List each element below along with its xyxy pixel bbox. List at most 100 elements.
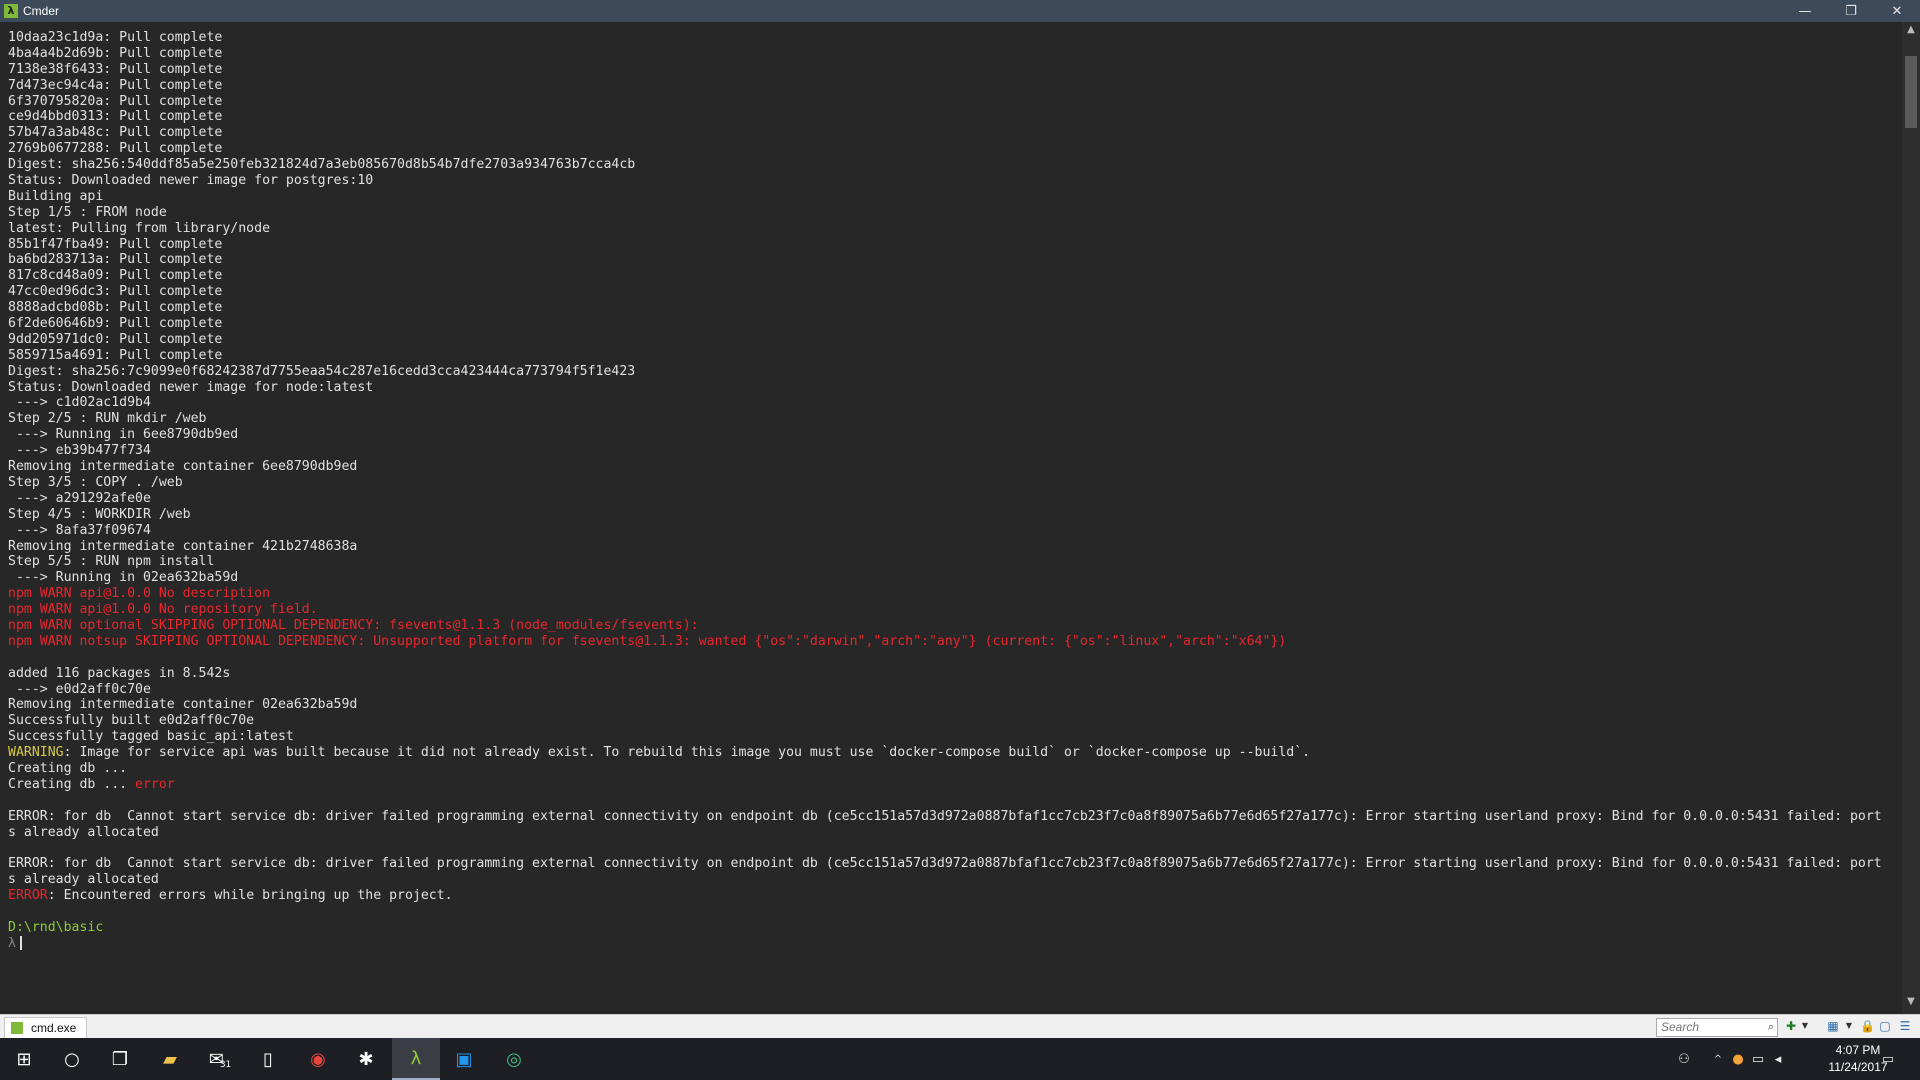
console-line-text: 10daa23c1d9a: Pull complete [8, 30, 223, 45]
scroll-up-arrow-icon[interactable]: ▲ [1902, 24, 1920, 40]
console-line-text: added 116 packages in 8.542s [8, 665, 231, 681]
console-line-text: λ [8, 935, 16, 951]
console-line-segment: Creating db ... [8, 776, 136, 792]
windows-start-icon[interactable]: ⊞ [0, 1038, 48, 1080]
console-line: Status: Downloaded newer image for postg… [8, 173, 1902, 189]
console-line-text: Digest: sha256:540ddf85a5e250feb321824d7… [8, 157, 636, 173]
tray-app-icon[interactable]: ● [1728, 1038, 1748, 1080]
text-cursor [19, 935, 22, 950]
notifications-icon[interactable]: ▭ [1868, 1038, 1908, 1080]
console-line: ---> 8afa37f09674 [8, 523, 1902, 539]
console-line-text: ---> eb39b477f734 [8, 443, 151, 459]
scroll-down-arrow-icon[interactable]: ▼ [1902, 996, 1920, 1012]
console-line: 6f2de60646b9: Pull complete [8, 316, 1902, 332]
console-line: 10daa23c1d9a: Pull complete [8, 30, 1902, 46]
close-button[interactable]: ✕ [1874, 0, 1920, 22]
console-tab-label: cmd.exe [31, 1021, 77, 1035]
console-line-text: Removing intermediate container 421b2748… [8, 538, 358, 554]
console-line: latest: Pulling from library/node [8, 221, 1902, 237]
console-line-text: 57b47a3ab48c: Pull complete [8, 125, 223, 141]
console-line: Digest: sha256:540ddf85a5e250feb321824d7… [8, 157, 1902, 173]
console-line: Step 5/5 : RUN npm install [8, 554, 1902, 570]
new-console-icon[interactable]: ✚ [1784, 1019, 1798, 1033]
window-title-bar[interactable]: λ Cmder — ❐ ✕ [0, 0, 1920, 22]
volume-icon[interactable]: ◂ [1768, 1038, 1788, 1080]
docker-icon[interactable]: ▣ [440, 1038, 488, 1080]
search-icon[interactable]: ⌕ [1768, 1020, 1774, 1034]
console-line: Step 4/5 : WORKDIR /web [8, 507, 1902, 523]
console-line: ---> e0d2aff0c70e [8, 682, 1902, 698]
people-icon[interactable]: ⚇ [1672, 1038, 1696, 1080]
console-line-text: 6f2de60646b9: Pull complete [8, 316, 223, 332]
gitkraken-icon[interactable]: ◎ [490, 1038, 538, 1080]
window-icon[interactable]: ▢ [1878, 1019, 1892, 1033]
console-line: Step 1/5 : FROM node [8, 205, 1902, 221]
network-icon[interactable]: ▭ [1748, 1038, 1768, 1080]
minimize-button[interactable]: — [1782, 0, 1828, 22]
documents-icon[interactable]: ▯ [244, 1038, 292, 1080]
console-line-text: ---> Running in 6ee8790db9ed [8, 427, 239, 443]
new-console-dropdown-icon[interactable]: ▼ [1798, 1019, 1812, 1033]
console-line: 6f370795820a: Pull complete [8, 94, 1902, 110]
console-line-text: 8888adcbd08b: Pull complete [8, 300, 223, 316]
console-line-text: 817c8cd48a09: Pull complete [8, 268, 223, 284]
console-output[interactable]: 10daa23c1d9a: Pull complete 4ba4a4b2d69b:… [0, 22, 1902, 1014]
console-line-text: 85b1f47fba49: Pull complete [8, 236, 223, 252]
console-tab[interactable]: cmd.exe [4, 1017, 88, 1039]
console-line: Step 3/5 : COPY . /web [8, 475, 1902, 491]
console-line-text: Step 2/5 : RUN mkdir /web [8, 411, 207, 427]
layout-icon[interactable]: ▦ [1826, 1019, 1840, 1033]
console-line-text: ---> a291292afe0e [8, 490, 151, 506]
console-line: npm WARN notsup SKIPPING OPTIONAL DEPEND… [8, 634, 1902, 650]
console-line-text: ---> 8afa37f09674 [8, 522, 151, 538]
console-line: 8888adcbd08b: Pull complete [8, 300, 1902, 316]
console-line-segment: ERROR [8, 888, 48, 904]
console-line-segment: error [135, 776, 175, 792]
console-line: Removing intermediate container 421b2748… [8, 539, 1902, 555]
slack-icon[interactable]: ✱ [342, 1038, 390, 1080]
console-line-text: ERROR: for db Cannot start service db: d… [8, 808, 1882, 824]
layout-dropdown-icon[interactable]: ▼ [1842, 1019, 1856, 1033]
chrome-icon[interactable]: ◉ [294, 1038, 342, 1080]
scrollbar-thumb[interactable] [1905, 56, 1917, 128]
console-line-text: 7138e38f6433: Pull complete [8, 61, 223, 77]
cortana-icon[interactable]: ○ [48, 1038, 96, 1080]
file-explorer-icon[interactable]: ▰ [146, 1038, 194, 1080]
cmder-icon[interactable]: λ [392, 1038, 440, 1080]
mail-badge: 31 [219, 1060, 232, 1070]
console-tab-bar: cmd.exe ⌕ ✚ ▼ ▦ ▼ 🔒 ▢ ☰ [0, 1014, 1920, 1039]
console-line: added 116 packages in 8.542s [8, 666, 1902, 682]
console-line: ---> eb39b477f734 [8, 443, 1902, 459]
windows-taskbar: ⊞ ○ ❐ ▰ ✉ 31 ▯ ◉ ✱ λ ▣ ◎ ⚇ ^ ● ▭ ◂ 4:07 P… [0, 1038, 1920, 1080]
console-lines: 10daa23c1d9a: Pull complete 4ba4a4b2d69b:… [8, 30, 1902, 952]
mail-icon[interactable]: ✉ 31 [196, 1038, 244, 1080]
console-line: Digest: sha256:7c9099e0f68242387d7755eaa… [8, 364, 1902, 380]
menu-icon[interactable]: ☰ [1898, 1019, 1912, 1033]
console-line-text: Step 1/5 : FROM node [8, 204, 167, 220]
console-line: ba6bd283713a: Pull complete [8, 252, 1902, 268]
console-line-text: 5859715a4691: Pull complete [8, 347, 223, 363]
console-line-segment: WARNING [8, 745, 64, 761]
console-line: ---> c1d02ac1d9b4 [8, 395, 1902, 411]
console-line-text: Creating db ... [8, 760, 128, 776]
console-line-text: 9dd205971dc0: Pull complete [8, 331, 223, 347]
console-line: 7138e38f6433: Pull complete [8, 62, 1902, 78]
console-line-text: ERROR: for db Cannot start service db: d… [8, 856, 1882, 872]
console-line: Creating db ... [8, 761, 1902, 777]
console-line-text: Removing intermediate container 6ee8790d… [8, 459, 358, 475]
task-view-icon[interactable]: ❐ [96, 1038, 144, 1080]
console-line: ERROR: for db Cannot start service db: d… [8, 809, 1902, 825]
console-scrollbar[interactable]: ▲ ▼ [1902, 22, 1920, 1014]
maximize-button[interactable]: ❐ [1828, 0, 1874, 22]
search-input[interactable] [1657, 1019, 1757, 1034]
show-hidden-icons-icon[interactable]: ^ [1708, 1038, 1728, 1080]
console-line: npm WARN optional SKIPPING OPTIONAL DEPE… [8, 618, 1902, 634]
console-search[interactable]: ⌕ [1656, 1018, 1778, 1037]
console-line-text: Step 4/5 : WORKDIR /web [8, 506, 191, 522]
console-line-text: s already allocated [8, 824, 159, 840]
lock-icon[interactable]: 🔒 [1860, 1019, 1875, 1033]
console-line-segment: : Encountered errors while bringing up t… [47, 888, 453, 904]
